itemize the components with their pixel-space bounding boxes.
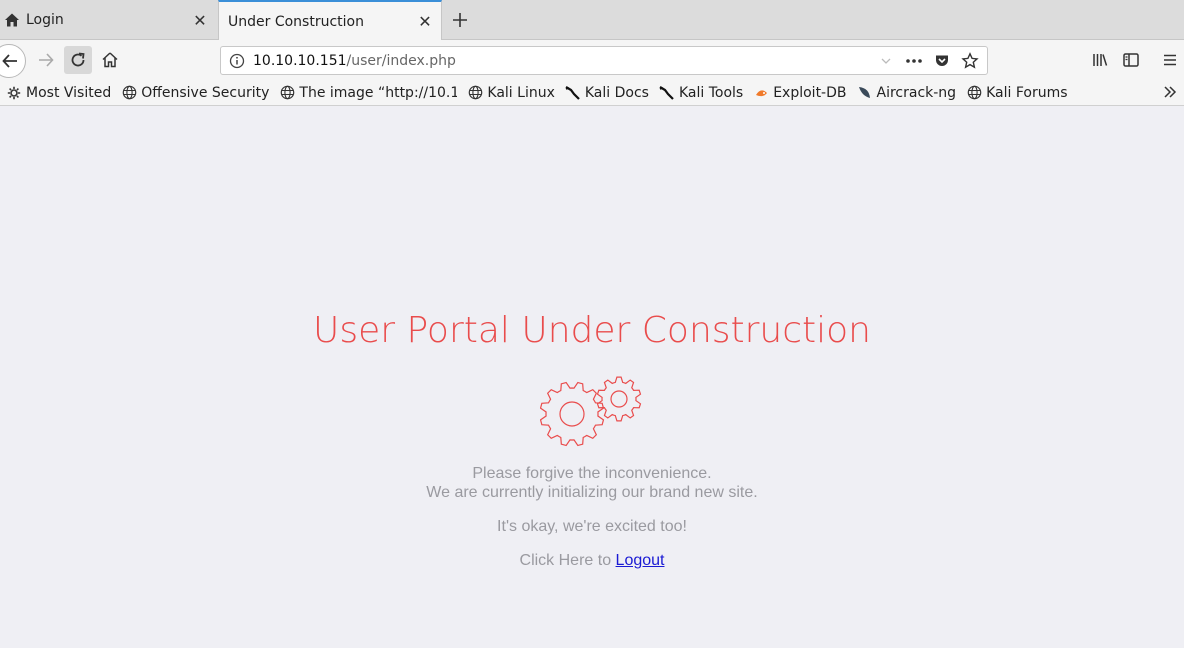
info-icon[interactable] — [221, 53, 253, 69]
globe-icon — [279, 85, 295, 101]
tab-bar: Login ✕ Under Construction ✕ — [0, 0, 1184, 41]
sidebar-button[interactable] — [1117, 46, 1145, 74]
url-host: 10.10.10.151 — [253, 52, 347, 69]
pocket-icon[interactable] — [931, 50, 953, 72]
exploitdb-icon — [753, 85, 769, 101]
bookmark-label: Kali Forums — [986, 84, 1068, 101]
forward-button[interactable] — [32, 46, 60, 74]
tab-login-label: Login — [26, 12, 64, 28]
page-content: User Portal Under Construction Please fo… — [0, 106, 1184, 648]
url-bar[interactable]: 10.10.10.151/user/index.php — [220, 46, 988, 75]
dropdown-chevron-icon[interactable] — [875, 50, 897, 72]
logout-link[interactable]: Logout — [616, 552, 665, 569]
arrow-left-icon — [2, 54, 17, 68]
bookmark-label: Exploit-DB — [773, 84, 847, 101]
bookmark-offensive-security[interactable]: Offensive Security — [121, 85, 269, 101]
bookmark-most-visited[interactable]: Most Visited — [6, 85, 111, 101]
bookmark-kali-forums[interactable]: Kali Forums — [966, 84, 1068, 101]
aircrack-icon — [857, 85, 873, 101]
bookmark-label: Kali Docs — [584, 84, 649, 101]
gear-outline — [540, 381, 605, 447]
apology-text: Please forgive the inconvenience. — [472, 465, 712, 482]
bookmark-the-image[interactable]: The image “http://10.1... — [279, 85, 457, 101]
bookmark-kali-linux[interactable]: Kali Linux — [467, 84, 555, 101]
tab-under-construction[interactable]: Under Construction ✕ — [218, 0, 442, 41]
hamburger-menu-icon — [1164, 54, 1176, 66]
bookmark-aircrack-ng[interactable]: Aircrack-ng — [857, 84, 957, 101]
bookmark-label: Kali Linux — [487, 84, 555, 101]
page-title: User Portal Under Construction — [313, 310, 871, 351]
bookmark-label: Offensive Security — [141, 84, 270, 101]
bookmarks-overflow-chevron-icon[interactable] — [1162, 84, 1178, 104]
library-button[interactable] — [1086, 46, 1114, 74]
home-button[interactable] — [96, 46, 124, 74]
bookmark-exploit-db[interactable]: Exploit-DB — [753, 84, 847, 101]
navigation-toolbar: 10.10.10.151/user/index.php — [0, 40, 1184, 80]
initializing-text: We are currently initializing our brand … — [426, 484, 758, 501]
kali-dragon-icon — [565, 85, 581, 101]
url-text[interactable]: 10.10.10.151/user/index.php — [253, 53, 875, 69]
bookmark-kali-tools[interactable]: Kali Tools — [659, 85, 743, 101]
menu-button[interactable] — [1156, 46, 1184, 74]
page-actions-ellipsis-icon[interactable] — [903, 50, 925, 72]
kali-dragon-icon — [659, 85, 675, 101]
close-tab-under-construction-icon[interactable]: ✕ — [413, 10, 437, 34]
bookmark-kali-docs[interactable]: Kali Docs — [565, 85, 649, 101]
bookmark-star-icon[interactable] — [959, 50, 981, 72]
gear-hole — [610, 390, 628, 408]
gear-hole — [559, 401, 585, 427]
bookmark-label: Most Visited — [26, 84, 112, 101]
library-icon — [1093, 54, 1108, 66]
logout-prefix: Click Here to — [519, 552, 612, 569]
back-button[interactable] — [0, 44, 26, 78]
gear-icon — [6, 85, 22, 101]
tab-under-construction-label: Under Construction — [228, 13, 364, 30]
bookmark-label: Aircrack-ng — [876, 84, 957, 101]
logout-line: Click Here to Logout — [0, 552, 1184, 570]
bookmarks-toolbar: Most Visited Offensive Security The imag… — [0, 80, 1184, 106]
home-outline-icon — [102, 52, 118, 68]
excited-text: It's okay, we're excited too! — [497, 518, 687, 535]
arrow-right-icon — [39, 53, 54, 67]
globe-icon — [966, 85, 982, 101]
home-icon — [4, 12, 20, 28]
bookmark-label: The image “http://10.1... — [299, 84, 458, 101]
new-tab-plus-icon[interactable] — [448, 8, 472, 32]
tab-login[interactable]: Login ✕ — [0, 0, 216, 40]
url-path: /user/index.php — [346, 52, 456, 69]
close-tab-login-icon[interactable]: ✕ — [188, 8, 212, 32]
sidebar-icon — [1123, 53, 1139, 67]
gears-icon — [540, 376, 642, 447]
globe-icon — [467, 85, 483, 101]
bookmark-label: Kali Tools — [678, 84, 744, 101]
reload-button[interactable] — [64, 46, 92, 74]
globe-icon — [121, 85, 137, 101]
reload-icon — [71, 52, 85, 67]
gear-outline — [596, 376, 642, 422]
